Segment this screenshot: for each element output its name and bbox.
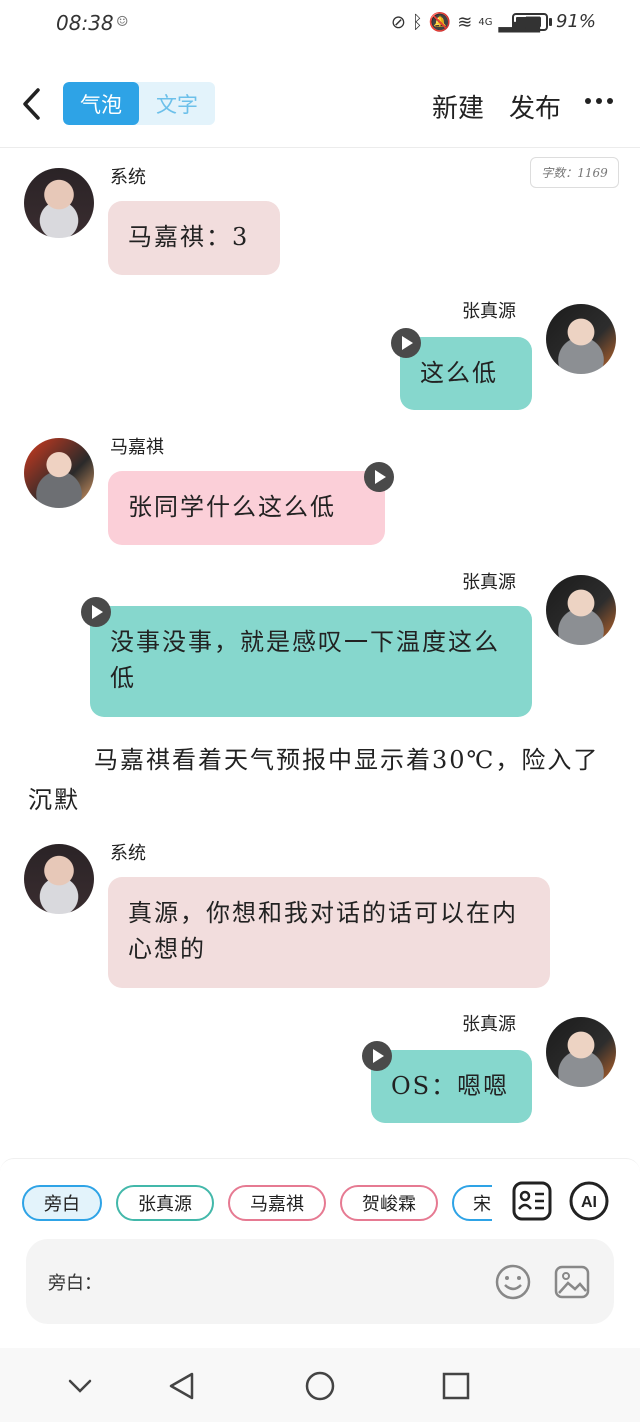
role-chip-narrator[interactable]: 旁白	[22, 1185, 102, 1221]
message-bubble[interactable]: 真源，你想和我对话的话可以在内心想的	[108, 877, 550, 988]
image-icon	[554, 1265, 590, 1299]
svg-text:AI: AI	[581, 1194, 597, 1211]
triangle-back-icon	[169, 1372, 194, 1400]
avatar-zhang-zhenyuan[interactable]	[546, 575, 616, 645]
emoji-icon	[495, 1264, 531, 1300]
avatar-ma-jiaqi[interactable]	[24, 438, 94, 508]
circle-home-icon	[305, 1371, 335, 1401]
message-input-box: 旁白：	[26, 1239, 614, 1324]
chevron-down-icon	[68, 1379, 92, 1393]
sender-name: 张真源	[462, 572, 516, 593]
more-options-button[interactable]	[585, 98, 613, 104]
battery-icon	[512, 13, 548, 31]
role-chip-he-junlin[interactable]: 贺峻霖	[340, 1185, 438, 1221]
role-selector: 旁白 张真源 马嘉祺 贺峻霖宋	[22, 1185, 492, 1225]
chevron-left-icon	[23, 88, 40, 120]
voice-play-button[interactable]	[391, 328, 421, 358]
avatar-zhang-zhenyuan[interactable]	[546, 304, 616, 374]
contact-card-icon	[512, 1181, 552, 1221]
voice-play-button[interactable]	[364, 462, 394, 492]
square-recents-icon	[442, 1372, 470, 1400]
message-bubble[interactable]: 马嘉祺：3	[108, 201, 280, 275]
input-role-label: 旁白：	[48, 1273, 102, 1294]
role-chip-zhang-zhenyuan[interactable]: 张真源	[116, 1185, 214, 1221]
nfc-icon: ⊘	[390, 12, 407, 33]
ai-icon: AI	[569, 1181, 609, 1221]
voice-play-button[interactable]	[81, 597, 111, 627]
avatar-system[interactable]	[24, 844, 94, 914]
nav-recents-button[interactable]	[438, 1368, 474, 1404]
compose-panel: 旁白 张真源 马嘉祺 贺峻霖宋 AI 旁白：	[0, 1158, 640, 1348]
sender-name: 马嘉祺	[110, 437, 164, 458]
avatar-zhang-zhenyuan[interactable]	[546, 1017, 616, 1087]
bluetooth-icon: ᛒ	[412, 12, 423, 33]
status-indicator-icon: ☺	[116, 14, 129, 30]
battery-percent: 91%	[556, 11, 597, 32]
sender-name: 张真源	[462, 301, 516, 322]
message-bubble[interactable]: 张同学什么这么低	[108, 471, 385, 545]
sender-name: 系统	[110, 843, 146, 864]
view-mode-toggle: 气泡 文字	[63, 82, 215, 125]
top-header: 气泡 文字 新建 发布	[0, 58, 640, 148]
voice-play-button[interactable]	[362, 1041, 392, 1071]
emoji-button[interactable]	[494, 1263, 532, 1301]
tab-bubble[interactable]: 气泡	[63, 82, 139, 125]
ai-button[interactable]: AI	[569, 1181, 609, 1221]
status-bar: 08:38 ☺ ⊘ ᛒ 🔕 ≋ 4G ▂▄▆ 91%	[0, 0, 640, 48]
publish-button[interactable]: 发布	[509, 88, 561, 125]
network-type-label: 4G	[478, 17, 493, 28]
message-input[interactable]	[104, 1261, 484, 1301]
avatar-system[interactable]	[24, 168, 94, 238]
message-bubble[interactable]: OS：嗯嗯	[371, 1050, 532, 1123]
mute-bell-icon: 🔕	[428, 12, 452, 33]
word-count-badge: 字数：1169	[530, 157, 619, 188]
character-card-button[interactable]	[512, 1181, 552, 1221]
sender-name: 系统	[110, 167, 146, 188]
status-time: 08:38	[56, 11, 114, 35]
nav-collapse-button[interactable]	[62, 1368, 98, 1404]
role-chip-song[interactable]: 宋	[452, 1185, 492, 1221]
sender-name: 张真源	[462, 1014, 516, 1035]
system-nav-bar	[0, 1348, 640, 1422]
role-chip-ma-jiaqi[interactable]: 马嘉祺	[228, 1185, 326, 1221]
new-button[interactable]: 新建	[432, 88, 484, 125]
back-button[interactable]	[18, 84, 48, 124]
message-bubble[interactable]: 没事没事，就是感叹一下温度这么低	[90, 606, 532, 717]
tab-text[interactable]: 文字	[139, 82, 215, 125]
nav-back-button[interactable]	[164, 1368, 200, 1404]
image-button[interactable]	[553, 1263, 591, 1301]
nav-home-button[interactable]	[302, 1368, 338, 1404]
narration-text[interactable]: 马嘉祺看着天气预报中显示着30℃，险入了沉默	[28, 740, 618, 820]
wifi-icon: ≋	[457, 12, 473, 33]
